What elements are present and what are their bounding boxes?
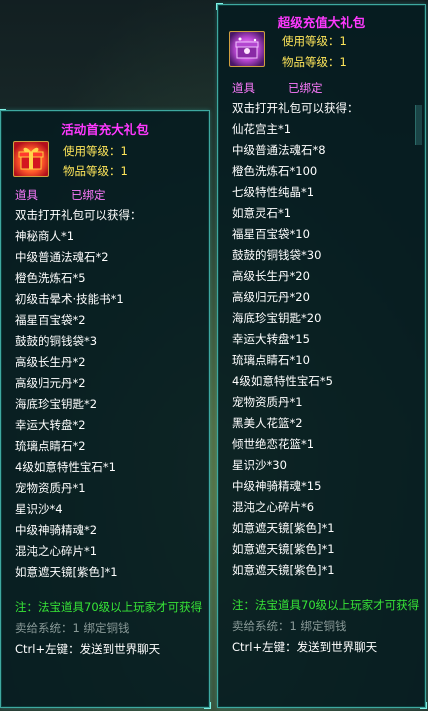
list-item: 鼓鼓的铜钱袋*30 xyxy=(232,248,322,262)
restriction-note: 注：法宝道具70级以上玩家才可获得 xyxy=(232,598,420,612)
gift-box-icon xyxy=(13,141,49,177)
list-item: 海底珍宝钥匙*2 xyxy=(15,397,98,411)
list-item: 混沌之心碎片*1 xyxy=(15,544,98,558)
list-item: 高级长生丹*20 xyxy=(232,269,310,283)
list-item: 橙色洗炼石*5 xyxy=(15,271,86,285)
list-item: 4级如意特性宝石*5 xyxy=(232,374,333,388)
item-level: 物品等级：1 xyxy=(63,164,128,178)
list-item: 神秘商人*1 xyxy=(15,229,75,243)
tooltip-title: 活动首充大礼包 xyxy=(61,122,149,137)
list-item: 中级普通法魂石*2 xyxy=(15,250,109,264)
tooltip-header: 使用等级：1 物品等级：1 xyxy=(218,30,425,80)
tooltip-title: 超级充值大礼包 xyxy=(277,15,366,30)
item-type-row: 道具 已绑定 xyxy=(218,80,425,96)
bound-status: 已绑定 xyxy=(288,81,323,95)
list-item: 仙花宫主*1 xyxy=(232,122,292,136)
list-item: 星识沙*30 xyxy=(232,458,287,472)
list-item: 如意遮天镜[紫色]*1 xyxy=(232,521,335,535)
reward-list: 双击打开礼包可以获得： 神秘商人*1 中级普通法魂石*2 橙色洗炼石*5 初级击… xyxy=(1,205,209,660)
list-item: 高级归元丹*2 xyxy=(15,376,86,390)
list-item: 福星百宝袋*10 xyxy=(232,227,310,241)
reward-intro: 双击打开礼包可以获得： xyxy=(15,208,142,222)
restriction-note: 注：法宝道具70级以上玩家才可获得 xyxy=(15,600,203,614)
list-item: 宠物资质丹*1 xyxy=(232,395,303,409)
list-item: 如意遮天镜[紫色]*1 xyxy=(232,563,335,577)
list-item: 如意遮天镜[紫色]*1 xyxy=(15,565,118,579)
list-item: 中级普通法魂石*8 xyxy=(232,143,326,157)
list-item: 中级神骑精魂*15 xyxy=(232,479,322,493)
list-item: 橙色洗炼石*100 xyxy=(232,164,318,178)
list-item: 星识沙*4 xyxy=(15,502,63,516)
use-level: 使用等级：1 xyxy=(63,144,128,158)
list-item: 海底珍宝钥匙*20 xyxy=(232,311,322,325)
purple-gift-icon xyxy=(229,31,265,67)
item-level: 物品等级：1 xyxy=(282,55,347,69)
tooltip-scrollbar[interactable] xyxy=(415,105,422,145)
chat-link-hint: Ctrl+左键：发送到世界聊天 xyxy=(232,640,378,654)
use-level: 使用等级：1 xyxy=(282,34,347,48)
item-tooltip-super-recharge: 超级充值大礼包 使用等级：1 物品等级：1 道具 已绑定 双击打开礼包可以获得：… xyxy=(216,3,427,709)
item-category: 道具 xyxy=(15,188,38,202)
list-item: 七级特性纯晶*1 xyxy=(232,185,315,199)
item-type-row: 道具 已绑定 xyxy=(1,187,209,203)
list-item: 琉璃点睛石*10 xyxy=(232,353,310,367)
list-item: 琉璃点睛石*2 xyxy=(15,439,86,453)
item-tooltip-first-recharge: 活动首充大礼包 使用等级：1 物品等级：1 道具 已绑定 双击打开礼包可以获得：… xyxy=(0,109,211,709)
list-item: 黑美人花篮*2 xyxy=(232,416,303,430)
list-item: 如意灵石*1 xyxy=(232,206,292,220)
list-item: 幸运大转盘*2 xyxy=(15,418,86,432)
list-item: 如意遮天镜[紫色]*1 xyxy=(232,542,335,556)
list-item: 初级击晕术·技能书*1 xyxy=(15,292,124,306)
reward-list: 双击打开礼包可以获得： 仙花宫主*1 中级普通法魂石*8 橙色洗炼石*100 七… xyxy=(218,98,425,658)
chat-link-hint: Ctrl+左键：发送到世界聊天 xyxy=(15,642,161,656)
list-item: 高级归元丹*20 xyxy=(232,290,310,304)
sell-price: 卖给系统：1 绑定铜钱 xyxy=(15,621,130,635)
reward-intro: 双击打开礼包可以获得： xyxy=(232,101,359,115)
list-item: 倾世绝恋花篮*1 xyxy=(232,437,315,451)
list-item: 中级神骑精魂*2 xyxy=(15,523,98,537)
list-item: 高级长生丹*2 xyxy=(15,355,86,369)
bound-status: 已绑定 xyxy=(71,188,106,202)
item-category: 道具 xyxy=(232,81,255,95)
list-item: 混沌之心碎片*6 xyxy=(232,500,315,514)
list-item: 福星百宝袋*2 xyxy=(15,313,86,327)
gift-chest-icon xyxy=(235,37,259,59)
list-item: 4级如意特性宝石*1 xyxy=(15,460,116,474)
tooltip-header: 使用等级：1 物品等级：1 xyxy=(1,137,209,187)
list-item: 宠物资质丹*1 xyxy=(15,481,86,495)
gift-ribbon-icon xyxy=(18,147,44,170)
sell-price: 卖给系统：1 绑定铜钱 xyxy=(232,619,347,633)
list-item: 幸运大转盘*15 xyxy=(232,332,310,346)
list-item: 鼓鼓的铜钱袋*3 xyxy=(15,334,98,348)
